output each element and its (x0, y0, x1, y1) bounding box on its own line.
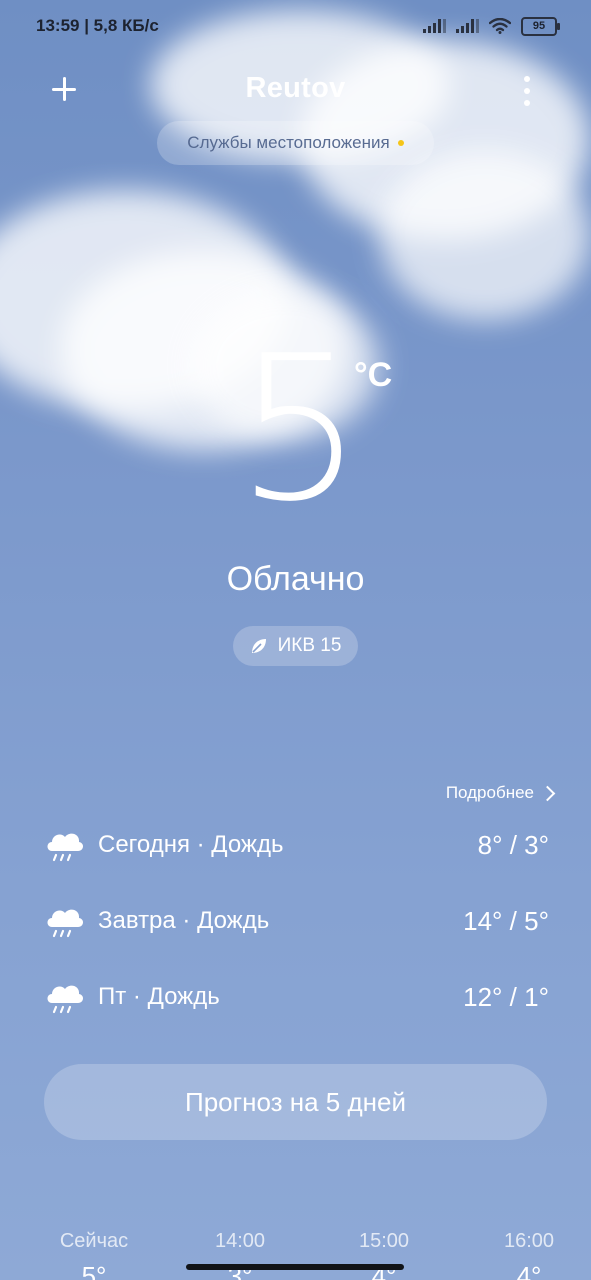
rain-cloud-icon (47, 909, 84, 938)
hourly-forecast[interactable]: Сейчас 5° 14:00 3° 15:00 4° 16:00 4° (0, 1230, 591, 1280)
current-condition: Облачно (226, 560, 365, 598)
signal-icon (456, 19, 479, 33)
aqi-label: ИКВ 15 (277, 635, 342, 656)
hourly-time: 16:00 (503, 1230, 555, 1252)
forecast-row-friday[interactable]: Пт · Дождь 12° / 1° (44, 975, 549, 1019)
status-time: 13:59 | 5,8 КБ/с (36, 16, 159, 35)
location-services-pill[interactable]: Службы местоположения (157, 121, 434, 165)
header: Reutov (0, 62, 591, 120)
city-title: Reutov (245, 72, 346, 104)
forecast-row-tomorrow[interactable]: Завтра · Дождь 14° / 5° (44, 899, 549, 943)
home-indicator[interactable] (186, 1264, 404, 1270)
hourly-time: 15:00 (358, 1230, 410, 1252)
battery-icon: 95 (521, 16, 560, 36)
rain-cloud-icon (47, 833, 84, 862)
rain-cloud-icon (47, 985, 84, 1014)
hourly-item: Сейчас 5° (44, 1230, 144, 1280)
hourly-time: 14:00 (214, 1230, 266, 1252)
forecast-temp-range: 14° / 5° (463, 905, 549, 936)
status-bar: 13:59 | 5,8 КБ/с 95 (0, 0, 591, 52)
leaf-icon (251, 639, 266, 653)
hourly-temp: 5° (81, 1261, 107, 1280)
current-temperature: 5 (236, 313, 364, 546)
temperature-unit: °C (354, 356, 393, 394)
more-details-label: Подробнее (445, 783, 534, 802)
signal-icon (423, 19, 446, 33)
hourly-item: 15:00 4° (334, 1230, 434, 1280)
location-services-label: Службы местоположения (187, 133, 390, 152)
forecast-temp-range: 8° / 3° (477, 829, 549, 860)
wifi-icon (489, 18, 511, 34)
forecast-day-label: Пт · Дождь (98, 983, 220, 1010)
more-details-link[interactable]: Подробнее (445, 783, 556, 803)
hourly-temp: 4° (516, 1261, 542, 1280)
location-status-dot (397, 140, 404, 146)
forecast-day-label: Сегодня · Дождь (98, 831, 284, 858)
forecast-day-label: Завтра · Дождь (98, 907, 270, 934)
hourly-time: Сейчас (59, 1230, 129, 1252)
status-icons: 95 (423, 16, 560, 36)
hourly-item: 14:00 3° (190, 1230, 290, 1280)
more-menu-icon[interactable] (516, 74, 538, 108)
five-day-forecast-button[interactable]: Прогноз на 5 дней (44, 1064, 547, 1140)
forecast-temp-range: 12° / 1° (463, 981, 549, 1012)
hourly-item: 16:00 4° (479, 1230, 579, 1280)
forecast-row-today[interactable]: Сегодня · Дождь 8° / 3° (44, 823, 549, 867)
aqi-badge[interactable]: ИКВ 15 (233, 626, 358, 666)
chevron-right-icon (539, 785, 556, 801)
